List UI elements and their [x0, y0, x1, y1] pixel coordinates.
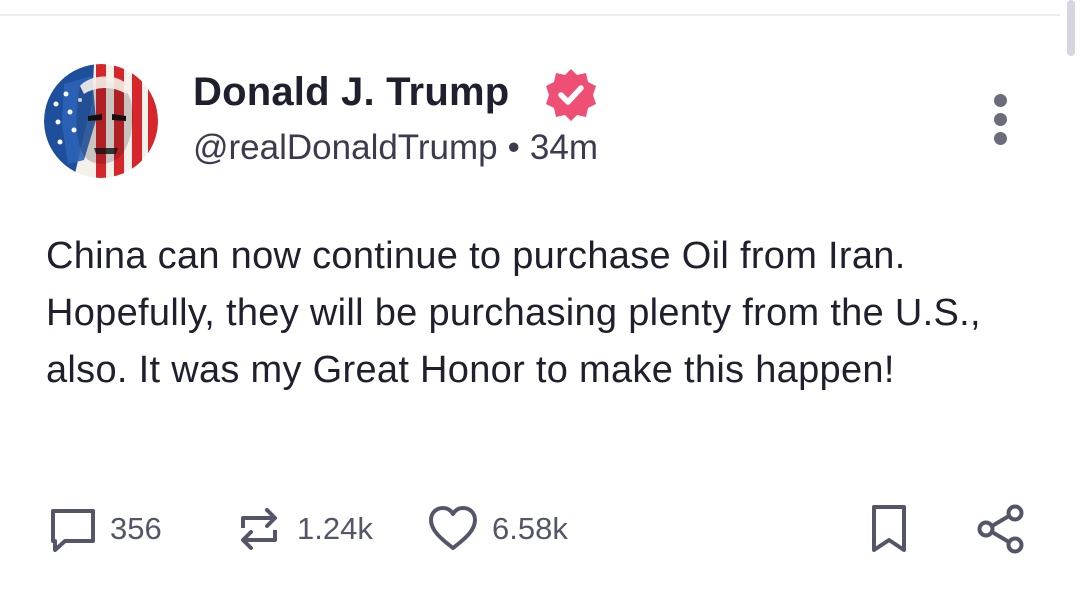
verified-badge-icon [542, 66, 600, 124]
author-display-name[interactable]: Donald J. Trump [193, 70, 509, 115]
post-timestamp[interactable]: 34m [530, 128, 598, 167]
heart-icon [429, 506, 477, 550]
avatar-image [44, 64, 158, 178]
avatar[interactable] [44, 64, 158, 178]
author-meta: @realDonaldTrump • 34m [193, 128, 598, 168]
share-button[interactable] [975, 502, 1027, 556]
repost-icon [241, 508, 277, 550]
meta-separator: • [507, 128, 520, 167]
author-handle[interactable]: @realDonaldTrump [193, 128, 498, 167]
post-body: China can now continue to purchase Oil f… [46, 235, 981, 391]
comment-count: 356 [110, 511, 162, 546]
bookmark-icon [872, 505, 906, 552]
scrollbar[interactable] [1067, 0, 1075, 56]
bookmark-button[interactable] [866, 502, 912, 556]
post-card: Donald J. Trump @realDonaldTrump • 34m Chi… [0, 0, 1080, 592]
like-count: 6.58k [492, 511, 568, 546]
repost-button[interactable]: 1.24k [233, 502, 373, 556]
comment-button[interactable]: 356 [48, 502, 162, 556]
top-divider [0, 14, 1060, 16]
comment-icon [51, 509, 95, 552]
repost-count: 1.24k [297, 511, 373, 546]
like-button[interactable]: 6.58k [426, 502, 568, 556]
share-icon [977, 504, 1024, 554]
more-vertical-icon[interactable] [984, 94, 1016, 146]
